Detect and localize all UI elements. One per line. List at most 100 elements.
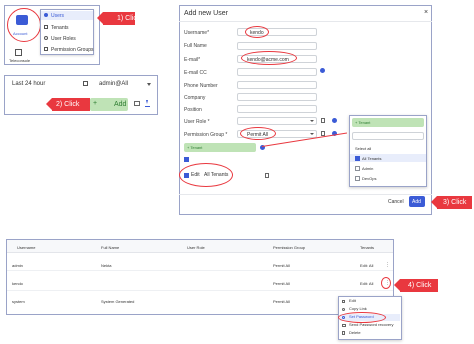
user-icon xyxy=(44,13,48,17)
dialog-title: Add new User xyxy=(184,10,228,17)
field-label-user-role: User Role * xyxy=(184,119,210,125)
phone-input[interactable] xyxy=(237,81,317,89)
context-item-send-password-recovery[interactable]: Send Password recovery xyxy=(340,322,400,329)
row-menu-icon[interactable]: ⋮ xyxy=(385,262,390,268)
cell-permission-group: Permit All xyxy=(273,263,290,268)
submenu-tenants-label: Tenants xyxy=(51,24,69,31)
info-icon xyxy=(320,68,325,73)
header-username[interactable]: Username xyxy=(17,245,35,250)
context-delete-label: Delete xyxy=(349,330,361,335)
submenu-item-tenants[interactable]: Tenants xyxy=(41,23,93,32)
time-range-select[interactable]: Last 24 hour xyxy=(12,81,45,88)
teleconsole-icon xyxy=(15,49,22,56)
option-devops-checkbox[interactable] xyxy=(355,176,360,181)
email-cc-input[interactable] xyxy=(237,68,317,76)
link-icon xyxy=(342,308,345,311)
calendar-icon[interactable] xyxy=(83,81,88,86)
add-button-label: Add xyxy=(114,100,127,108)
tenants-icon xyxy=(44,25,48,29)
callout-3: 3) Click xyxy=(431,196,472,209)
option-admin-checkbox[interactable] xyxy=(355,166,360,171)
download-icon[interactable] xyxy=(145,100,150,107)
full-name-input[interactable] xyxy=(237,42,317,50)
option-all-tenants: All Tenants xyxy=(362,155,382,161)
field-label-full-name: Full Name xyxy=(184,43,207,49)
tenant-button-label: + Tenant xyxy=(187,145,203,150)
table-row[interactable] xyxy=(7,271,393,291)
tenant-dropdown-button-label: + Tenant xyxy=(355,120,371,125)
plus-icon: + xyxy=(93,100,98,107)
cell-username: system xyxy=(12,299,25,304)
cell-tenants: Edit: All xyxy=(360,281,374,286)
columns-icon[interactable] xyxy=(134,101,140,106)
field-label-email-cc: E-mail CC xyxy=(184,70,207,76)
context-edit-label: Edit xyxy=(349,298,356,303)
callout-4: 4) Click xyxy=(394,279,438,292)
user-select[interactable]: admin@All xyxy=(99,81,128,88)
header-permission-group[interactable]: Permission Group xyxy=(273,245,305,250)
cancel-button[interactable]: Cancel xyxy=(388,199,404,205)
trash-icon[interactable] xyxy=(265,173,269,178)
chevron-down-icon xyxy=(310,133,314,135)
info-icon xyxy=(332,118,337,123)
dialog-header-divider xyxy=(179,21,432,22)
pencil-icon xyxy=(342,300,345,303)
option-all-tenants-checkbox[interactable] xyxy=(355,155,360,161)
chevron-down-icon xyxy=(147,83,151,86)
tenant-search-input[interactable] xyxy=(352,132,424,140)
submenu-user-roles-label: User Roles xyxy=(51,35,76,42)
tenant-checkbox-header[interactable] xyxy=(184,157,189,162)
field-label-position: Position xyxy=(184,107,202,113)
username-highlight-ring xyxy=(245,26,269,38)
field-label-email: E-mail* xyxy=(184,57,201,63)
context-item-edit[interactable]: Edit xyxy=(340,298,400,305)
option-select-all[interactable]: Select all xyxy=(355,146,371,151)
permission-icon xyxy=(44,47,48,51)
field-label-permission-group: Permission Group * xyxy=(184,132,228,138)
submenu-item-permission-groups[interactable]: Permission Groups xyxy=(41,45,94,54)
option-devops: DevOps xyxy=(362,176,377,181)
field-label-company: Company xyxy=(184,95,206,101)
tenant-dropdown-button[interactable]: + Tenant xyxy=(352,118,424,127)
mail-icon xyxy=(342,324,346,327)
field-label-phone: Phone Number xyxy=(184,83,218,89)
cell-username: kendo xyxy=(12,281,23,286)
submenu-users-label: Users xyxy=(51,12,65,19)
submenu-item-users[interactable]: Users xyxy=(41,11,93,20)
dialog-add-label: Add xyxy=(412,198,421,205)
table-row[interactable] xyxy=(7,253,393,271)
cell-username: admin xyxy=(12,263,23,268)
user-role-select[interactable] xyxy=(237,117,317,125)
submenu-permission-groups-label: Permission Groups xyxy=(51,46,94,53)
dialog-add-button[interactable]: Add xyxy=(409,196,425,207)
chevron-down-icon xyxy=(310,120,314,122)
tenant-button[interactable]: + Tenant xyxy=(184,143,256,152)
cell-tenants: Edit: All xyxy=(360,263,374,268)
teleconsole-label: Teleconsole xyxy=(9,58,31,63)
submenu-item-user-roles[interactable]: User Roles xyxy=(41,34,93,43)
position-input[interactable] xyxy=(237,105,317,113)
row-menu-highlight-ring xyxy=(381,277,391,289)
permission-highlight-ring xyxy=(240,127,276,140)
callout-1: 1) Click xyxy=(97,12,140,25)
cell-permission-group: Permit All xyxy=(273,281,290,286)
cell-full-name: Nekta xyxy=(101,263,112,268)
cell-full-name: System Generated xyxy=(101,299,135,304)
tenant-highlight-ring xyxy=(179,163,233,187)
trash-icon[interactable] xyxy=(321,118,325,123)
account-highlight-ring xyxy=(7,8,41,42)
header-tenants[interactable]: Tenants xyxy=(360,245,374,250)
dialog-footer-divider xyxy=(179,194,432,195)
cell-permission-group: Permit All xyxy=(273,299,290,304)
option-admin: Admin xyxy=(362,166,374,171)
callout-2: 2) Click xyxy=(46,98,90,111)
trash-icon xyxy=(342,331,345,335)
roles-icon xyxy=(44,36,48,40)
header-full-name[interactable]: Full Name xyxy=(101,245,119,250)
add-button[interactable]: + Add xyxy=(90,98,128,111)
company-input[interactable] xyxy=(237,93,317,101)
header-user-role[interactable]: User Role xyxy=(187,245,205,250)
close-icon[interactable]: × xyxy=(424,9,428,17)
context-item-delete[interactable]: Delete xyxy=(340,330,400,337)
context-send-recovery-label: Send Password recovery xyxy=(349,322,394,327)
